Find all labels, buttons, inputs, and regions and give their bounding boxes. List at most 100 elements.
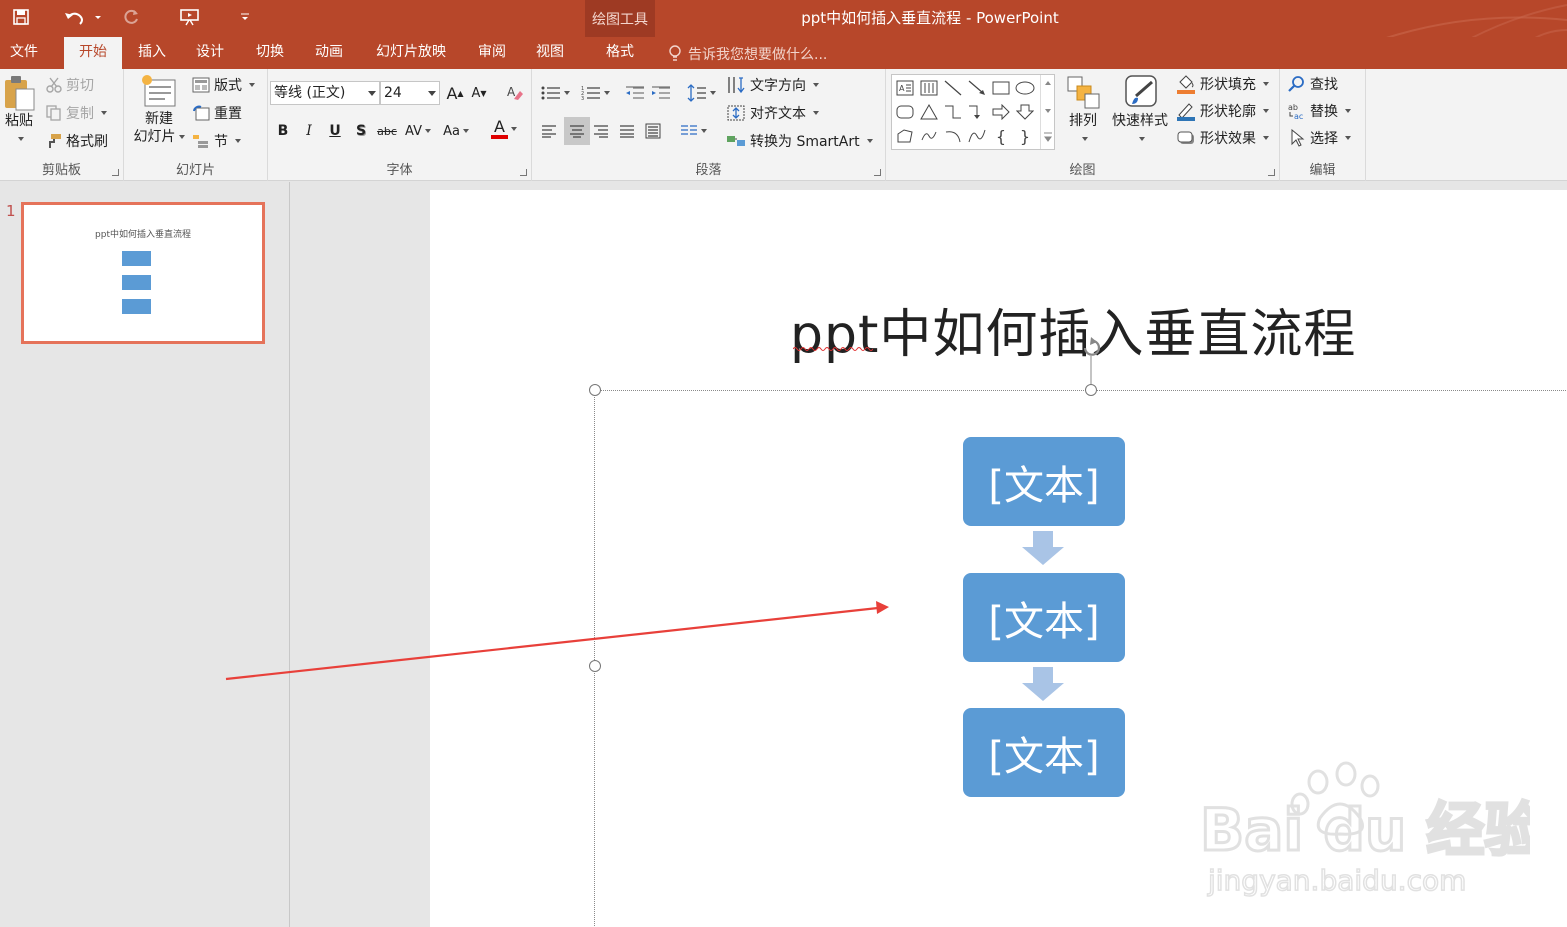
align-right-button[interactable] [590, 119, 612, 143]
freeform-shape-icon[interactable] [894, 125, 916, 147]
redo-icon[interactable] [120, 6, 144, 28]
tab-format[interactable]: 格式 [590, 37, 650, 69]
tab-view[interactable]: 视图 [524, 37, 576, 69]
select-button[interactable]: 选择 [1288, 128, 1351, 148]
shadow-button[interactable]: S [350, 119, 372, 143]
right-brace-shape-icon[interactable]: } [1014, 125, 1036, 147]
tab-insert[interactable]: 插入 [126, 37, 178, 69]
customize-qat-icon[interactable] [238, 6, 252, 28]
tab-home[interactable]: 开始 [64, 37, 122, 69]
shapes-gallery[interactable]: A { } [891, 74, 1055, 150]
drawing-launcher-icon[interactable] [1268, 169, 1275, 176]
triangle-shape-icon[interactable] [918, 101, 940, 123]
shapes-gallery-scroll[interactable] [1040, 75, 1054, 149]
case-dropdown-icon [462, 129, 469, 133]
resize-handle[interactable] [1085, 384, 1097, 396]
increase-indent-button[interactable] [650, 81, 672, 105]
elbow-connector-shape-icon[interactable] [942, 101, 964, 123]
grow-font-button[interactable]: A ▲ [444, 81, 466, 105]
section-button[interactable]: 节 [192, 131, 241, 151]
columns-button[interactable] [676, 119, 710, 143]
process-box-1[interactable]: [文本] [963, 437, 1125, 526]
tab-transitions[interactable]: 切换 [243, 37, 297, 69]
italic-button[interactable]: I [298, 119, 320, 143]
font-family-select[interactable]: 等线 (正文) [270, 81, 380, 105]
paste-dropdown-icon [17, 137, 24, 141]
font-launcher-icon[interactable] [520, 169, 527, 176]
layout-button[interactable]: 版式 [192, 75, 255, 95]
shape-outline-dropdown-icon [1263, 109, 1269, 113]
tab-design[interactable]: 设计 [184, 37, 236, 69]
format-painter-button[interactable]: 格式刷 [46, 131, 108, 151]
oval-shape-icon[interactable] [1014, 77, 1036, 99]
down-arrow-shape-icon[interactable] [1014, 101, 1036, 123]
change-case-button[interactable]: Aa [440, 119, 472, 143]
paste-button[interactable]: 粘贴 [0, 74, 38, 148]
slide-title[interactable]: ppt中如何插入垂直流程 [790, 292, 1356, 367]
decrease-indent-button[interactable] [624, 81, 646, 105]
paragraph-launcher-icon[interactable] [874, 169, 881, 176]
reset-button[interactable]: 重置 [192, 103, 242, 123]
tell-me-box[interactable]: 告诉我您想要做什么... [668, 42, 827, 66]
shape-outline-button[interactable]: 形状轮廓 [1176, 101, 1269, 121]
tab-animations[interactable]: 动画 [302, 37, 356, 69]
shape-fill-button[interactable]: 形状填充 [1176, 74, 1269, 94]
bold-button[interactable]: B [272, 119, 294, 143]
tab-file[interactable]: 文件 [0, 37, 48, 69]
rectangle-shape-icon[interactable] [990, 77, 1012, 99]
save-icon[interactable] [10, 6, 32, 28]
font-color-button[interactable]: A [486, 117, 522, 141]
right-arrow-shape-icon[interactable] [990, 101, 1012, 123]
character-spacing-button[interactable]: AV [402, 119, 434, 143]
clear-formatting-button[interactable]: A [504, 81, 526, 105]
align-left-button[interactable] [538, 119, 560, 143]
resize-handle[interactable] [589, 384, 601, 396]
select-label: 选择 [1310, 131, 1338, 147]
rounded-rectangle-shape-icon[interactable] [894, 101, 916, 123]
process-box-3[interactable]: [文本] [963, 708, 1125, 797]
bullets-dropdown-icon [563, 91, 570, 95]
clipboard-launcher-icon[interactable] [112, 169, 119, 176]
align-center-button[interactable] [564, 117, 590, 145]
strikethrough-button[interactable]: abc [374, 119, 400, 143]
quick-styles-button[interactable]: 快速样式 [1108, 74, 1172, 148]
text-direction-button[interactable]: 文字方向 [726, 75, 819, 95]
cut-button[interactable]: 剪切 [46, 75, 94, 95]
vertical-textbox-shape-icon[interactable] [918, 77, 940, 99]
left-brace-shape-icon[interactable]: { [990, 125, 1012, 147]
slideshow-start-icon[interactable] [178, 6, 202, 28]
tab-review[interactable]: 审阅 [466, 37, 518, 69]
font-size-select[interactable]: 24 [380, 81, 440, 105]
underline-button[interactable]: U [324, 119, 346, 143]
elbow-arrow-shape-icon[interactable] [966, 101, 988, 123]
watermark-url: jingyan.baidu.com [1207, 864, 1466, 897]
justify-button[interactable] [616, 119, 638, 143]
numbering-button[interactable]: 123 [578, 81, 612, 105]
resize-handle[interactable] [589, 660, 601, 672]
tab-slideshow[interactable]: 幻灯片放映 [362, 37, 460, 69]
slide-thumbnail[interactable]: ppt中如何插入垂直流程 [21, 202, 265, 344]
line-shape-icon[interactable] [942, 77, 964, 99]
shrink-font-button[interactable]: A ▼ [468, 81, 490, 105]
distributed-button[interactable] [642, 119, 664, 143]
new-slide-button[interactable]: 新建 幻灯片 [128, 74, 190, 146]
copy-icon [46, 105, 62, 121]
bullets-button[interactable] [538, 81, 572, 105]
shape-effects-button[interactable]: 形状效果 [1176, 128, 1269, 148]
arrange-button[interactable]: 排列 [1062, 74, 1104, 148]
scribble-shape-icon[interactable] [918, 125, 940, 147]
process-box-2[interactable]: [文本] [963, 573, 1125, 662]
find-button[interactable]: 查找 [1288, 74, 1338, 94]
copy-button[interactable]: 复制 [46, 103, 107, 123]
align-text-button[interactable]: 对齐文本 [726, 103, 819, 123]
curve-shape-icon[interactable] [966, 125, 988, 147]
arc-shape-icon[interactable] [942, 125, 964, 147]
arrow-line-shape-icon[interactable] [966, 77, 988, 99]
undo-icon[interactable] [60, 6, 104, 28]
textbox-shape-icon[interactable]: A [894, 77, 916, 99]
replace-button[interactable]: ab ac 替换 [1288, 101, 1351, 121]
line-spacing-button[interactable] [684, 81, 718, 105]
convert-smartart-button[interactable]: 转换为 SmartArt [726, 131, 873, 151]
shape-effects-label: 形状效果 [1200, 131, 1256, 147]
shape-fill-dropdown-icon [1263, 82, 1269, 86]
